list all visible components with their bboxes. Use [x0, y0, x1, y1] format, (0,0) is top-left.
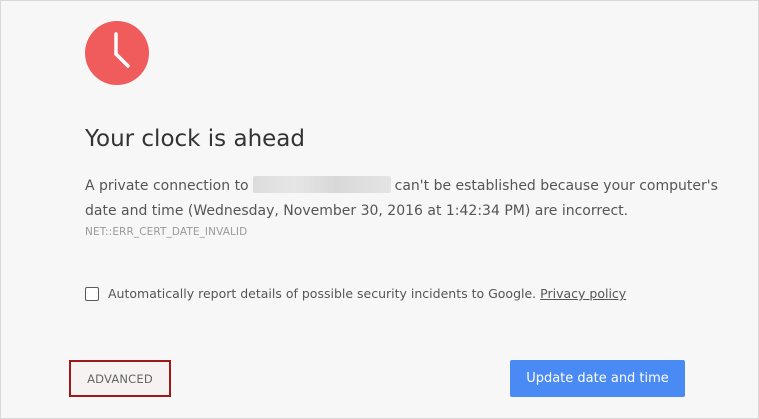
privacy-policy-link[interactable]: Privacy policy — [540, 286, 626, 301]
report-label: Automatically report details of possible… — [108, 286, 537, 301]
report-row: Automatically report details of possible… — [85, 286, 626, 301]
advanced-button[interactable]: ADVANCED — [73, 364, 167, 393]
error-code: NET::ERR_CERT_DATE_INVALID — [85, 226, 248, 238]
update-date-time-button[interactable]: Update date and time — [510, 360, 685, 397]
message-suffix: can't be established because your comput… — [394, 178, 718, 194]
message-line-2: date and time (Wednesday, November 30, 2… — [85, 203, 629, 219]
report-checkbox[interactable] — [85, 286, 99, 301]
message-line-1: A private connection to can't be establis… — [85, 174, 718, 199]
error-message: A private connection to can't be establis… — [85, 174, 718, 224]
page-title: Your clock is ahead — [85, 126, 305, 152]
clock-icon — [85, 21, 149, 85]
message-prefix: A private connection to — [85, 178, 249, 194]
redacted-hostname — [252, 176, 391, 193]
